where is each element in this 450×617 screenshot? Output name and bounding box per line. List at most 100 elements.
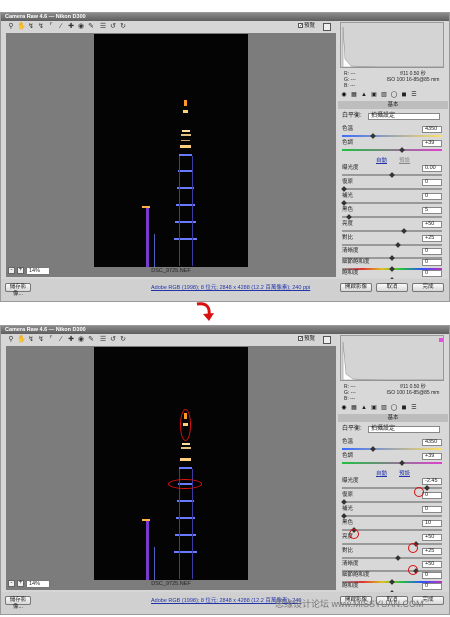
- preferences-icon[interactable]: ☰: [99, 336, 107, 344]
- slider-thumb[interactable]: [394, 242, 401, 248]
- preview-checkbox[interactable]: ✓預覽: [298, 23, 315, 30]
- tab-camera-calibration-icon[interactable]: ◼: [400, 92, 408, 99]
- slider-track[interactable]: [342, 462, 442, 464]
- slider-value-field[interactable]: 4350: [422, 126, 442, 133]
- slider-value-field[interactable]: +50: [422, 534, 442, 541]
- preview-checkbox[interactable]: ✓預覽: [298, 336, 315, 343]
- image-viewport[interactable]: [6, 346, 336, 590]
- slider-value-field[interactable]: 10: [422, 520, 442, 527]
- slider-value-field[interactable]: 0: [422, 583, 442, 590]
- workflow-options-link[interactable]: Adobe RGB (1998); 8 位元; 2848 x 4288 (12.…: [151, 283, 310, 291]
- brush-tool-icon[interactable]: ✎: [87, 336, 95, 344]
- done-button[interactable]: 完成: [412, 283, 444, 292]
- default-link[interactable]: 預設: [399, 158, 410, 164]
- slider-track[interactable]: [342, 149, 442, 151]
- tab-split-toning-icon[interactable]: ▧: [380, 92, 388, 99]
- tab-camera-calibration-icon[interactable]: ◼: [400, 405, 408, 412]
- rotate-ccw-icon[interactable]: ↺: [109, 23, 117, 31]
- tab-lens-icon[interactable]: ◯: [390, 405, 398, 412]
- retouch-tool-icon[interactable]: ✚: [67, 23, 75, 31]
- tab-hsl-icon[interactable]: ▣: [370, 92, 378, 99]
- slider-value-field[interactable]: 0: [422, 179, 442, 186]
- color-sampler-icon[interactable]: ↯: [37, 336, 45, 344]
- brush-tool-icon[interactable]: ✎: [87, 23, 95, 31]
- redeye-tool-icon[interactable]: ◉: [77, 23, 85, 31]
- slider-thumb[interactable]: [369, 446, 376, 452]
- slider-value-field[interactable]: +50: [422, 221, 442, 228]
- slider-track[interactable]: [342, 501, 442, 503]
- slider-value-field[interactable]: 5: [422, 207, 442, 214]
- slider-value-field[interactable]: +25: [422, 548, 442, 555]
- save-image-button[interactable]: 儲存影像...: [5, 596, 31, 610]
- cancel-button[interactable]: 取消: [376, 283, 408, 292]
- slider-value-field[interactable]: +39: [422, 140, 442, 147]
- tab-lens-icon[interactable]: ◯: [390, 92, 398, 99]
- slider-value-field[interactable]: 0.00: [422, 165, 442, 172]
- slider-value-field[interactable]: 0: [422, 492, 442, 499]
- rotate-cw-icon[interactable]: ↻: [119, 23, 127, 31]
- hand-tool-icon[interactable]: ✋: [17, 23, 26, 31]
- slider-track[interactable]: [342, 202, 442, 204]
- slider-track[interactable]: [342, 515, 442, 517]
- slider-track[interactable]: [342, 448, 442, 450]
- retouch-tool-icon[interactable]: ✚: [67, 336, 75, 344]
- straighten-tool-icon[interactable]: ∕: [57, 23, 65, 31]
- slider-track[interactable]: [342, 135, 442, 137]
- slider-value-field[interactable]: 0: [422, 259, 442, 266]
- tab-presets-icon[interactable]: ☰: [410, 405, 418, 412]
- tab-hsl-icon[interactable]: ▣: [370, 405, 378, 412]
- slider-value-field[interactable]: 0: [422, 506, 442, 513]
- slider-value-field[interactable]: +39: [422, 453, 442, 460]
- slider-value-field[interactable]: -2.45: [422, 478, 442, 485]
- slider-thumb[interactable]: [398, 460, 405, 466]
- save-image-button[interactable]: 儲存影像...: [5, 283, 31, 297]
- zoom-tool-icon[interactable]: ⚲: [7, 336, 15, 344]
- slider-track[interactable]: [342, 216, 442, 218]
- tab-presets-icon[interactable]: ☰: [410, 92, 418, 99]
- slider-value-field[interactable]: 0: [422, 270, 442, 277]
- tab-split-toning-icon[interactable]: ▧: [380, 405, 388, 412]
- crop-tool-icon[interactable]: ⌜: [47, 336, 55, 344]
- auto-link[interactable]: 自動: [376, 471, 387, 477]
- slider-value-field[interactable]: 0: [422, 193, 442, 200]
- slider-value-field[interactable]: +25: [422, 235, 442, 242]
- slider-thumb[interactable]: [423, 485, 430, 491]
- default-link[interactable]: 預設: [399, 471, 410, 477]
- rotate-cw-icon[interactable]: ↻: [119, 336, 127, 344]
- color-sampler-icon[interactable]: ↯: [37, 23, 45, 31]
- open-image-button[interactable]: 開啟影像: [340, 283, 372, 292]
- hand-tool-icon[interactable]: ✋: [17, 336, 26, 344]
- eyedropper-icon[interactable]: ↯: [27, 23, 35, 31]
- straighten-tool-icon[interactable]: ∕: [57, 336, 65, 344]
- tab-tone-curve-icon[interactable]: ▦: [350, 405, 358, 412]
- slider-value-field[interactable]: +50: [422, 561, 442, 568]
- rotate-ccw-icon[interactable]: ↺: [109, 336, 117, 344]
- slider-track[interactable]: [342, 543, 442, 545]
- crop-tool-icon[interactable]: ⌜: [47, 23, 55, 31]
- slider-value-field[interactable]: 0: [422, 248, 442, 255]
- slider-track[interactable]: [342, 244, 442, 246]
- slider-thumb[interactable]: [369, 133, 376, 139]
- zoom-tool-icon[interactable]: ⚲: [7, 23, 15, 31]
- slider-track[interactable]: [342, 557, 442, 559]
- auto-link[interactable]: 自動: [376, 158, 387, 164]
- tab-detail-icon[interactable]: ▲: [360, 92, 368, 99]
- fullscreen-icon[interactable]: [323, 23, 331, 31]
- image-viewport[interactable]: [6, 33, 336, 277]
- eyedropper-icon[interactable]: ↯: [27, 336, 35, 344]
- slider-value-field[interactable]: 0: [422, 572, 442, 579]
- slider-track[interactable]: [342, 230, 442, 232]
- slider-thumb[interactable]: [345, 214, 352, 220]
- preferences-icon[interactable]: ☰: [99, 23, 107, 31]
- white-balance-select[interactable]: 拍攝設定: [368, 113, 440, 120]
- slider-value-field[interactable]: 4350: [422, 439, 442, 446]
- redeye-tool-icon[interactable]: ◉: [77, 336, 85, 344]
- slider-thumb[interactable]: [400, 228, 407, 234]
- tab-tone-curve-icon[interactable]: ▦: [350, 92, 358, 99]
- tab-basic-icon[interactable]: ◉: [340, 92, 348, 99]
- tab-detail-icon[interactable]: ▲: [360, 405, 368, 412]
- slider-thumb[interactable]: [398, 147, 405, 153]
- fullscreen-icon[interactable]: [323, 336, 331, 344]
- slider-track[interactable]: [342, 188, 442, 190]
- slider-thumb[interactable]: [394, 555, 401, 561]
